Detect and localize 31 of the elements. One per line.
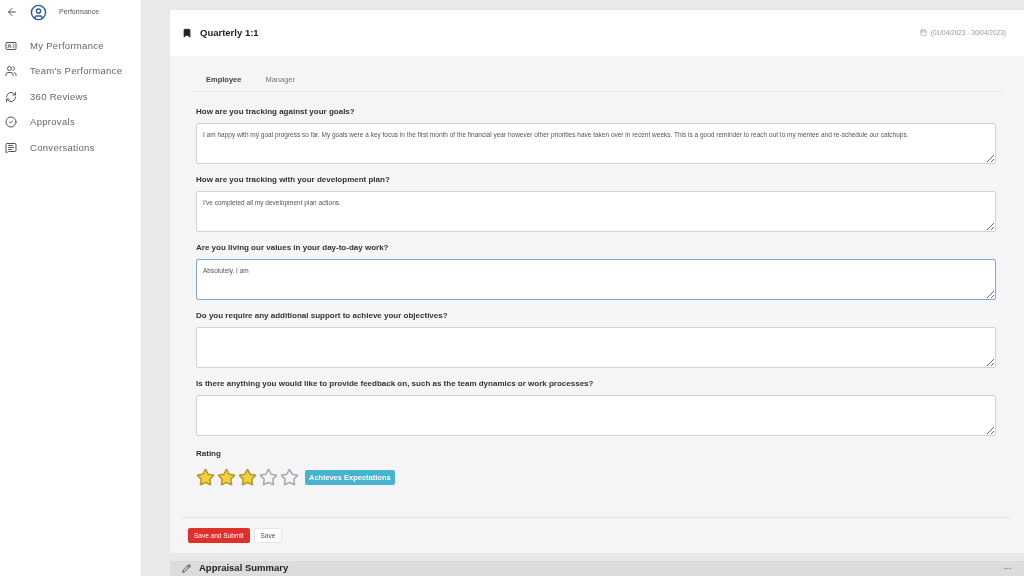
star-rating[interactable] — [196, 467, 299, 487]
back-icon[interactable] — [6, 6, 18, 18]
check-circle-icon — [5, 116, 17, 129]
question-label: How are you tracking with your development plan? — [196, 173, 391, 186]
star-icon — [196, 467, 215, 487]
sidebar-item[interactable]: 360 Reviews — [0, 84, 141, 110]
question-label: How are you tracking against your goals? — [196, 105, 356, 118]
star-icon — [238, 467, 257, 487]
star-icon — [217, 467, 236, 487]
sidebar-item[interactable]: Approvals — [0, 109, 141, 135]
sidebar-item[interactable]: Team's Performance — [0, 58, 141, 84]
section-title: Appraisal Summary — [199, 561, 289, 576]
sidebar-item[interactable]: Conversations — [0, 135, 141, 161]
cycle-icon — [5, 90, 17, 103]
card-title: Quarterly 1:1 — [200, 25, 259, 40]
people-icon — [5, 65, 17, 78]
pencil-icon — [182, 563, 191, 573]
question-label: Are you living our values in your day-to-day work? — [196, 241, 390, 254]
calendar-icon — [919, 29, 927, 37]
star-icon — [259, 467, 278, 487]
answer-box[interactable] — [196, 394, 996, 436]
question-label: Is there anything you would like to provide feedback on, such as the team dynamics or work processes? — [196, 377, 595, 390]
id-card-icon — [5, 39, 17, 52]
answer-box[interactable] — [196, 326, 996, 368]
user-avatar-icon — [30, 3, 47, 21]
bookmark-icon — [182, 27, 192, 38]
rating-label: Rating — [196, 447, 222, 460]
chat-icon — [5, 141, 17, 154]
star-icon — [280, 467, 299, 487]
question-label: Do you require any additional support to achieve your objectives? — [196, 309, 449, 322]
sidebar-item[interactable]: My Performance — [0, 33, 141, 59]
